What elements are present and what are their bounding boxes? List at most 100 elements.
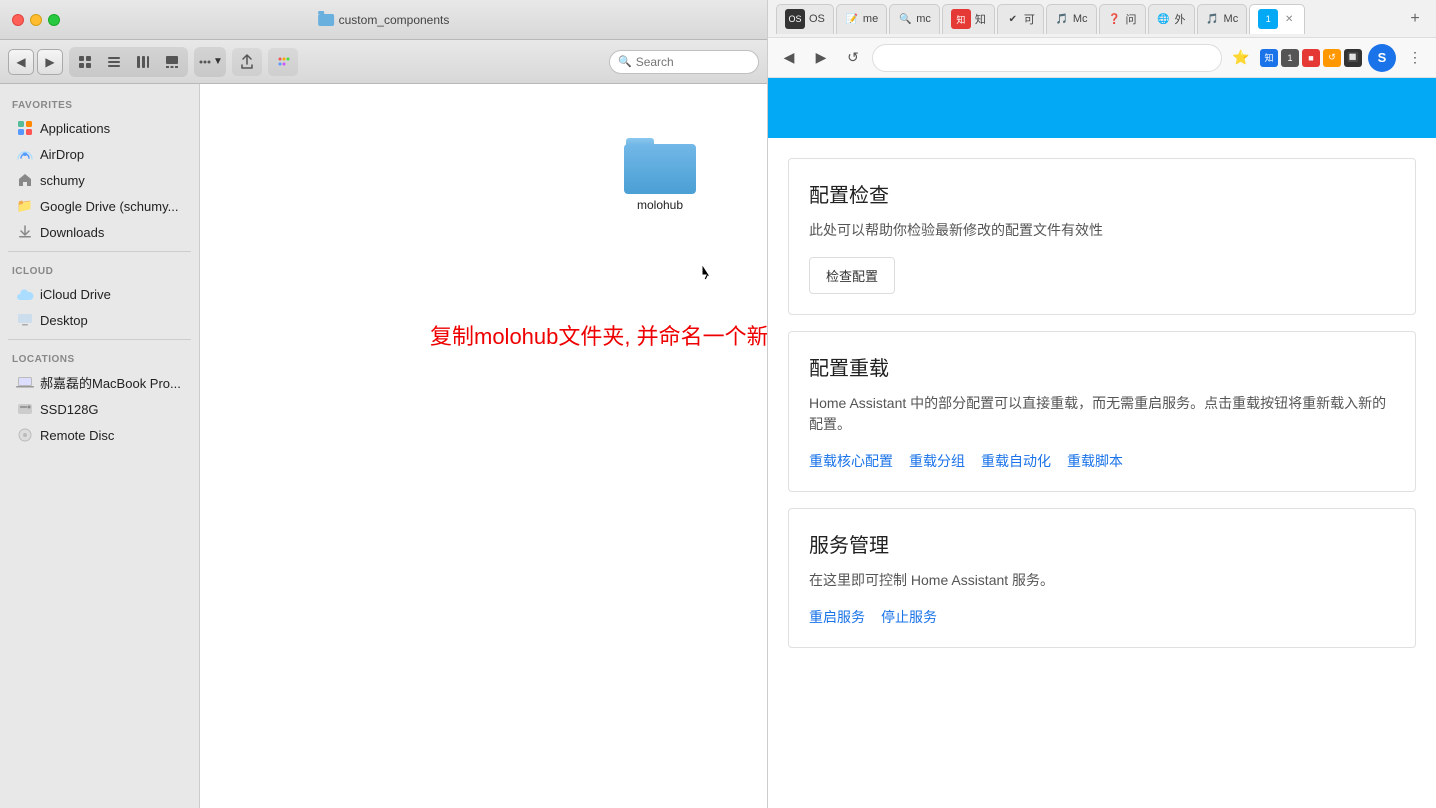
sidebar-item-airdrop[interactable]: AirDrop [4,141,195,167]
tab-favicon-mc3: 🎵 [1206,12,1220,26]
finder-toolbar: ◀ ▶ [0,40,767,84]
sidebar-item-schumy[interactable]: schumy [4,167,195,193]
check-config-button[interactable]: 检查配置 [809,257,895,294]
browser-omnibox-bar: ◀ ▶ ↺ ⭐ 知 1 ■ ↺ 🔲 S ⋮ [768,38,1436,78]
close-button[interactable] [12,14,24,26]
list-view-button[interactable] [100,49,128,75]
reload-groups-link[interactable]: 重载分组 [909,451,965,471]
applications-label: Applications [40,121,110,136]
back-button[interactable]: ◀ [8,49,34,75]
airdrop-label: AirDrop [40,147,84,162]
tab-close-button[interactable]: ✕ [1282,12,1296,26]
column-view-button[interactable] [129,49,157,75]
title-folder-icon [318,14,334,26]
ext-icon-3[interactable]: ■ [1302,49,1320,67]
reload-automation-link[interactable]: 重载自动化 [981,451,1051,471]
icon-view-button[interactable] [71,49,99,75]
service-mgmt-title: 服务管理 [809,529,1395,558]
search-input[interactable] [636,55,750,69]
ext-icon-4[interactable]: ↺ [1323,49,1341,67]
google-drive-icon: 📁 [16,197,34,215]
molohub-folder[interactable]: molohub [620,134,700,216]
tab-ke[interactable]: ✔ 可 [997,4,1044,34]
new-tab-button[interactable]: + [1402,6,1428,32]
sidebar-divider-1 [8,251,191,252]
finder-window: custom_components ◀ ▶ [0,0,768,808]
nav-group: ◀ ▶ [8,49,63,75]
tab-label-ke: 可 [1024,11,1035,27]
action-group: ▼ [194,47,226,77]
browser-reload-button[interactable]: ↺ [840,45,866,71]
tab-wai[interactable]: 🌐 外 [1148,4,1195,34]
tab-label-wai: 外 [1175,11,1186,27]
sidebar-item-icloud-drive[interactable]: iCloud Drive [4,281,195,307]
molohub-folder-icon [624,138,696,194]
finder-title-bar: custom_components [318,13,450,27]
ssd-icon [16,400,34,418]
tab-label-mc2: Mc [1073,13,1088,25]
tag-button[interactable] [268,48,298,76]
sidebar-item-remote-disc[interactable]: Remote Disc [4,422,195,448]
search-box[interactable]: 🔍 [609,50,759,74]
service-mgmt-desc: 在这里即可控制 Home Assistant 服务。 [809,570,1395,591]
reload-scripts-link[interactable]: 重载脚本 [1067,451,1123,471]
browser-forward-button[interactable]: ▶ [808,45,834,71]
share-button[interactable] [232,48,262,76]
maximize-button[interactable] [48,14,60,26]
browser-back-button[interactable]: ◀ [776,45,802,71]
page-sections: 配置检查 此处可以帮助你检验最新修改的配置文件有效性 检查配置 配置重载 Hom… [768,138,1436,668]
bookmark-button[interactable]: ⭐ [1228,45,1254,71]
tab-favicon-ke: ✔ [1006,12,1020,26]
folder-body [624,144,696,194]
finder-sidebar: Favorites Applications AirDrop [0,84,200,808]
tab-os[interactable]: OS OS [776,4,834,34]
restart-service-link[interactable]: 重启服务 [809,607,865,627]
sidebar-item-downloads[interactable]: Downloads [4,219,195,245]
sidebar-item-ssd128g[interactable]: SSD128G [4,396,195,422]
desktop-label: Desktop [40,313,88,328]
ext-icon-1[interactable]: 知 [1260,49,1278,67]
browser-url-bar[interactable] [872,44,1222,72]
ext-icon-5[interactable]: 🔲 [1344,49,1362,67]
browser-window: OS OS 📝 me 🔍 mc 知 知 ✔ 可 🎵 Mc [768,0,1436,808]
downloads-icon [16,223,34,241]
tab-mc1[interactable]: 🔍 mc [889,4,940,34]
locations-label: Locations [0,346,199,369]
config-reload-title: 配置重载 [809,352,1395,381]
icloud-label: iCloud [0,258,199,281]
browser-more-button[interactable]: ⋮ [1402,45,1428,71]
tab-label-mc1: mc [916,13,931,25]
sidebar-item-google-drive[interactable]: 📁 Google Drive (schumy... [4,193,195,219]
tab-zhi1[interactable]: 知 知 [942,4,995,34]
tab-mc3[interactable]: 🎵 Mc [1197,4,1248,34]
tab-favicon-os: OS [785,9,805,29]
tab-label-wen: 问 [1126,11,1137,27]
sidebar-item-macbook[interactable]: 郝嘉磊的MacBook Pro... [4,369,195,396]
macbook-icon [16,374,34,392]
gallery-view-button[interactable] [158,49,186,75]
section-config-check: 配置检查 此处可以帮助你检验最新修改的配置文件有效性 检查配置 [788,158,1416,315]
tab-favicon-zhi1: 知 [951,9,971,29]
browser-content: 配置检查 此处可以帮助你检验最新修改的配置文件有效性 检查配置 配置重载 Hom… [768,78,1436,808]
profile-button[interactable]: S [1368,44,1396,72]
config-reload-desc: Home Assistant 中的部分配置可以直接重载，而无需重启服务。点击重载… [809,393,1395,435]
config-check-title: 配置检查 [809,179,1395,208]
tab-mc2[interactable]: 🎵 Mc [1046,4,1097,34]
ext-icon-2[interactable]: 1 [1281,49,1299,67]
stop-service-link[interactable]: 停止服务 [881,607,937,627]
tab-wen[interactable]: ❓ 问 [1099,4,1146,34]
molohub-label: molohub [637,198,683,212]
action-button[interactable]: ▼ [196,49,224,75]
reload-core-config-link[interactable]: 重载核心配置 [809,451,893,471]
tab-active[interactable]: 1 ✕ [1249,4,1305,34]
extension-icons: 知 1 ■ ↺ 🔲 [1260,49,1362,67]
tab-favicon-me: 📝 [845,12,859,26]
desktop-icon [16,311,34,329]
tab-me[interactable]: 📝 me [836,4,887,34]
annotation-text: 复制molohub文件夹, 并命名一个新的名字 [430,319,767,351]
forward-button[interactable]: ▶ [37,49,63,75]
minimize-button[interactable] [30,14,42,26]
sidebar-item-applications[interactable]: Applications [4,115,195,141]
sidebar-item-desktop[interactable]: Desktop [4,307,195,333]
section-config-reload: 配置重载 Home Assistant 中的部分配置可以直接重载，而无需重启服务… [788,331,1416,492]
